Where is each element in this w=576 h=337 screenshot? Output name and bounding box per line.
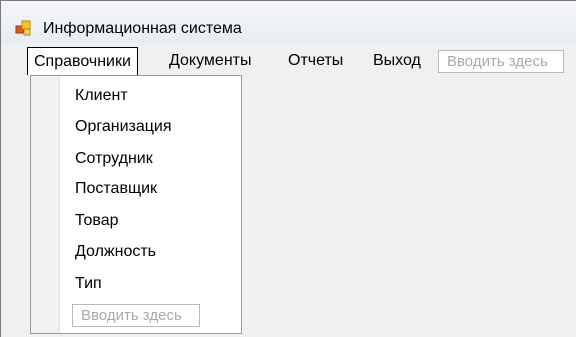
menu-item-otchety[interactable]: Отчеты (288, 47, 343, 75)
menu-item-vykhod[interactable]: Выход (373, 47, 421, 75)
menu-type-here-field[interactable]: Вводить здесь (438, 50, 564, 73)
dropdown-item-dolzhnost[interactable]: Должность (75, 240, 156, 264)
dropdown-item-postavshchik[interactable]: Поставщик (75, 177, 157, 201)
dropdown-item-organizatsiya[interactable]: Организация (75, 115, 172, 139)
dropdown-image-margin (31, 76, 60, 333)
dropdown-item-klient[interactable]: Клиент (75, 84, 128, 108)
menu-item-dokumenty[interactable]: Документы (169, 47, 251, 75)
dropdown-item-tip[interactable]: Тип (75, 272, 102, 296)
menu-item-spravochniki[interactable]: Справочники (27, 47, 138, 75)
dropdown-type-here-field[interactable]: Вводить здесь (72, 304, 200, 327)
menu-bar: Справочники Документы Отчеты Выход Вводи… (1, 47, 576, 77)
dropdown-item-tovar[interactable]: Товар (75, 209, 119, 233)
app-window: Информационная система Справочники Докум… (0, 0, 576, 337)
dropdown-item-sotrudnik[interactable]: Сотрудник (75, 147, 153, 171)
title-bar[interactable]: Информационная система (1, 1, 576, 43)
window-title: Информационная система (43, 20, 242, 37)
spravochniki-dropdown: Клиент Организация Сотрудник Поставщик Т… (30, 75, 242, 334)
app-icon (15, 20, 31, 36)
